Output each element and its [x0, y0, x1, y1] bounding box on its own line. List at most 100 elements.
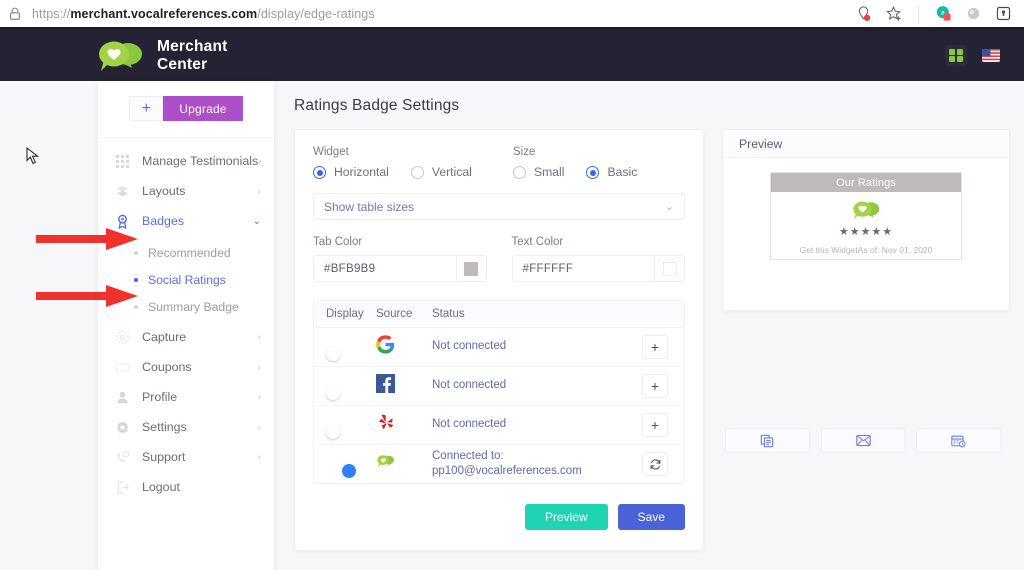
size-group: Size Small Basic: [513, 146, 659, 179]
speech-bubble-heart-icon: [96, 39, 144, 73]
sidebar-nav: Manage Testimonials › Layouts › Badges ⌄: [98, 138, 274, 502]
add-button[interactable]: +: [129, 96, 164, 121]
support-phone-icon: [115, 450, 130, 465]
text-color-swatch[interactable]: [654, 256, 684, 281]
status-text: Connected to:: [432, 449, 504, 462]
user-icon: [115, 390, 130, 405]
text-color-input-wrap[interactable]: #FFFFFF: [511, 255, 685, 282]
widget-size-row: Widget Horizontal Vertical Size Small Ba…: [313, 146, 685, 179]
save-button[interactable]: Save: [617, 504, 685, 530]
capture-icon: [115, 330, 130, 345]
chevron-right-icon: ›: [257, 331, 261, 343]
sidebar-item-coupons[interactable]: Coupons ›: [98, 352, 274, 382]
page-title: Ratings Badge Settings: [294, 97, 460, 114]
extension-gray-icon[interactable]: [965, 5, 982, 22]
table-size-select[interactable]: Show table sizes ⌄: [313, 193, 685, 220]
url-path: /display/edge-ratings: [257, 6, 375, 21]
schedule-button[interactable]: [916, 428, 1002, 453]
address-bar[interactable]: https://merchant.vocalreferences.com/dis…: [32, 7, 375, 21]
sidebar-subitem-recommended[interactable]: Recommended: [98, 239, 274, 266]
bookmark-star-icon[interactable]: [885, 5, 902, 22]
sidebar-item-support[interactable]: Support ›: [98, 442, 274, 472]
email-button[interactable]: [820, 428, 906, 453]
add-button[interactable]: +: [642, 413, 668, 437]
radio-basic[interactable]: Basic: [586, 165, 637, 179]
badges-submenu: Recommended Social Ratings Summary Badge: [98, 236, 274, 322]
size-radio-group: Small Basic: [513, 165, 659, 179]
tab-color-input[interactable]: #BFB9B9: [314, 256, 456, 281]
email-icon: [855, 434, 871, 447]
column-header-status: Status: [432, 308, 465, 320]
browser-toolbar: https://merchant.vocalreferences.com/dis…: [0, 0, 1024, 27]
grid-icon: [115, 154, 130, 169]
text-color-label: Text Color: [511, 236, 564, 248]
size-label: Size: [513, 146, 536, 158]
sidebar-subitem-summary-badge[interactable]: Summary Badge: [98, 293, 274, 320]
column-header-source: Source: [376, 308, 413, 320]
swatch-fill: [464, 261, 478, 276]
text-color-input[interactable]: #FFFFFF: [513, 256, 655, 281]
sidebar-item-manage-testimonials[interactable]: Manage Testimonials ›: [98, 146, 274, 176]
logo[interactable]: Merchant Center: [96, 38, 228, 73]
google-icon: [376, 335, 395, 358]
preview-body: Our Ratings ★★★★★ Get this Widget As of:…: [723, 158, 1009, 310]
radio-horizontal[interactable]: Horizontal: [313, 165, 389, 179]
radio-dot-icon: [513, 165, 526, 179]
preview-button[interactable]: Preview: [524, 504, 608, 530]
radio-label: Vertical: [431, 165, 472, 179]
sidebar-subitem-label: Recommended: [148, 245, 231, 260]
sidebar-item-settings[interactable]: Settings ›: [98, 412, 274, 442]
add-button[interactable]: +: [642, 335, 668, 359]
brand-line-2: Center: [157, 55, 208, 73]
mouse-cursor: [26, 147, 39, 165]
sidebar-item-layouts[interactable]: Layouts ›: [98, 176, 274, 206]
radio-label: Horizontal: [334, 165, 389, 179]
extension-dark-icon[interactable]: [995, 5, 1012, 22]
logout-icon: [115, 480, 130, 495]
sidebar-item-capture[interactable]: Capture ›: [98, 322, 274, 352]
radio-small[interactable]: Small: [513, 165, 564, 179]
vocalreferences-icon: [376, 455, 395, 475]
us-flag-icon[interactable]: [980, 45, 1002, 66]
brand-line-1: Merchant: [157, 38, 228, 56]
share-actions: [725, 416, 1002, 453]
sidebar-item-label: Settings: [142, 420, 187, 434]
copy-code-button[interactable]: [725, 428, 810, 453]
ratings-settings-card: Widget Horizontal Vertical Size Small Ba…: [294, 129, 704, 551]
add-button[interactable]: +: [642, 374, 668, 398]
radio-dot-icon: [410, 165, 424, 179]
sidebar-subitem-social-ratings[interactable]: Social Ratings: [98, 266, 274, 293]
sidebar-item-profile[interactable]: Profile ›: [98, 382, 274, 412]
tab-color-swatch[interactable]: [455, 256, 486, 281]
swatch-fill: [662, 261, 677, 276]
location-blocked-icon[interactable]: [855, 5, 872, 22]
lock-icon: [8, 7, 22, 21]
radio-label: Basic: [607, 165, 638, 179]
get-widget-link[interactable]: Get this Widget: [800, 245, 858, 255]
apps-grid-icon[interactable]: [945, 45, 967, 66]
tab-color-input-wrap[interactable]: #BFB9B9: [313, 255, 487, 282]
status-cell: Not connected: [432, 378, 628, 393]
radio-vertical[interactable]: Vertical: [410, 165, 472, 179]
refresh-icon: [650, 458, 660, 470]
toggle-knob: [326, 386, 340, 400]
extension-badge-icon[interactable]: a: [935, 5, 952, 22]
main-content: Ratings Badge Settings Widget Horizontal: [274, 81, 1024, 570]
sidebar-item-logout[interactable]: Logout: [98, 472, 274, 502]
color-fields: Tab Color #BFB9B9 Text Color #FFFFFF: [313, 236, 685, 282]
source-cell: [376, 452, 432, 476]
table-row: Not connected +: [314, 405, 684, 444]
sidebar-item-label: Coupons: [142, 360, 192, 374]
status-cell: Not connected: [432, 417, 628, 432]
action-cell: [628, 452, 684, 476]
refresh-button[interactable]: [642, 452, 668, 476]
gear-icon: [115, 420, 130, 435]
sidebar-item-badges[interactable]: Badges ⌄: [98, 206, 274, 236]
bullet-icon: [134, 250, 138, 255]
url-prefix: https://: [32, 6, 71, 21]
status-text: Not connected: [432, 340, 507, 353]
upgrade-button[interactable]: Upgrade: [163, 96, 243, 121]
table-row: Connected to: pp100@vocalreferences.com: [314, 444, 684, 483]
as-of-date: As of: Nov 01, 2020: [857, 245, 933, 255]
tab-color-field: Tab Color #BFB9B9: [313, 236, 487, 282]
